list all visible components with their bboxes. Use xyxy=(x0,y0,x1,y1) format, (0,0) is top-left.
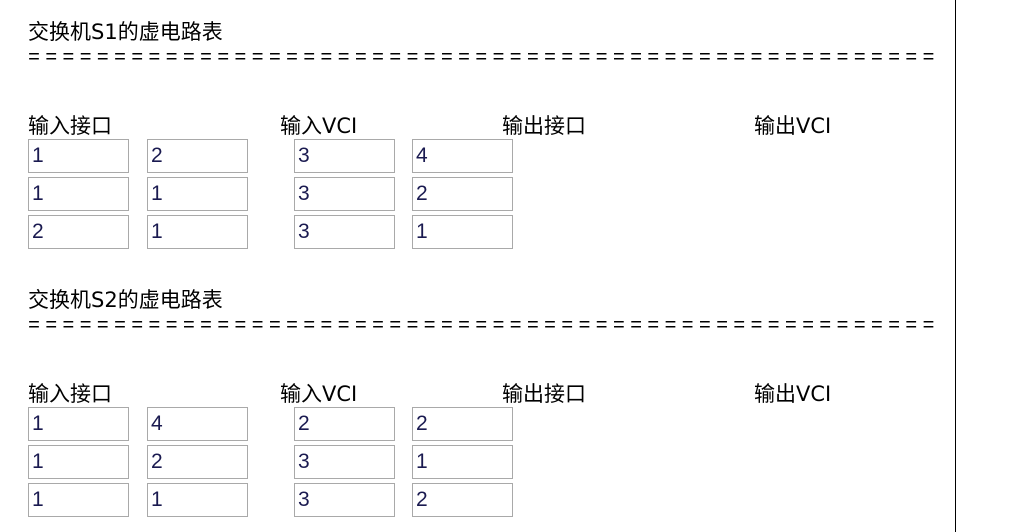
vc-table-cell-input[interactable] xyxy=(28,445,129,479)
table-title: 交换机S2的虚电路表 xyxy=(28,288,223,312)
vc-table-cell-input[interactable] xyxy=(294,445,395,479)
vc-table-cell-input[interactable] xyxy=(28,407,129,441)
vc-table-cell-input[interactable] xyxy=(412,407,513,441)
vc-table-cell-input[interactable] xyxy=(147,215,248,249)
vc-table-cell-input[interactable] xyxy=(147,139,248,173)
vc-table-cell-input[interactable] xyxy=(147,177,248,211)
vc-table-cell-input[interactable] xyxy=(412,139,513,173)
vc-table-cell-input[interactable] xyxy=(147,407,248,441)
vc-table-cell-input[interactable] xyxy=(294,215,395,249)
vc-table-cell-input[interactable] xyxy=(28,177,129,211)
vc-table-cell-input[interactable] xyxy=(147,445,248,479)
vc-table-cell-input[interactable] xyxy=(412,445,513,479)
vc-table-cell-input[interactable] xyxy=(294,177,395,211)
column-header: 输入VCI xyxy=(280,114,358,138)
column-header: 输出VCI xyxy=(754,382,832,406)
column-header: 输入VCI xyxy=(280,382,358,406)
vc-table-cell-input[interactable] xyxy=(147,483,248,517)
vc-table-cell-input[interactable] xyxy=(412,215,513,249)
vc-table-cell-input[interactable] xyxy=(28,215,129,249)
column-header: 输出接口 xyxy=(502,382,586,406)
separator-line: ========================================… xyxy=(28,315,940,338)
vc-table-cell-input[interactable] xyxy=(294,139,395,173)
vc-table-cell-input[interactable] xyxy=(28,139,129,173)
column-header: 输出VCI xyxy=(754,114,832,138)
vc-table-cell-input[interactable] xyxy=(412,483,513,517)
separator-line: ========================================… xyxy=(28,47,940,70)
column-header: 输入接口 xyxy=(28,382,112,406)
column-header: 输入接口 xyxy=(28,114,112,138)
vc-table-cell-input[interactable] xyxy=(294,407,395,441)
vc-table-cell-input[interactable] xyxy=(294,483,395,517)
column-header: 输出接口 xyxy=(502,114,586,138)
vc-table-cell-input[interactable] xyxy=(28,483,129,517)
window-divider-line xyxy=(955,0,956,532)
vc-table-cell-input[interactable] xyxy=(412,177,513,211)
table-title: 交换机S1的虚电路表 xyxy=(28,20,223,44)
